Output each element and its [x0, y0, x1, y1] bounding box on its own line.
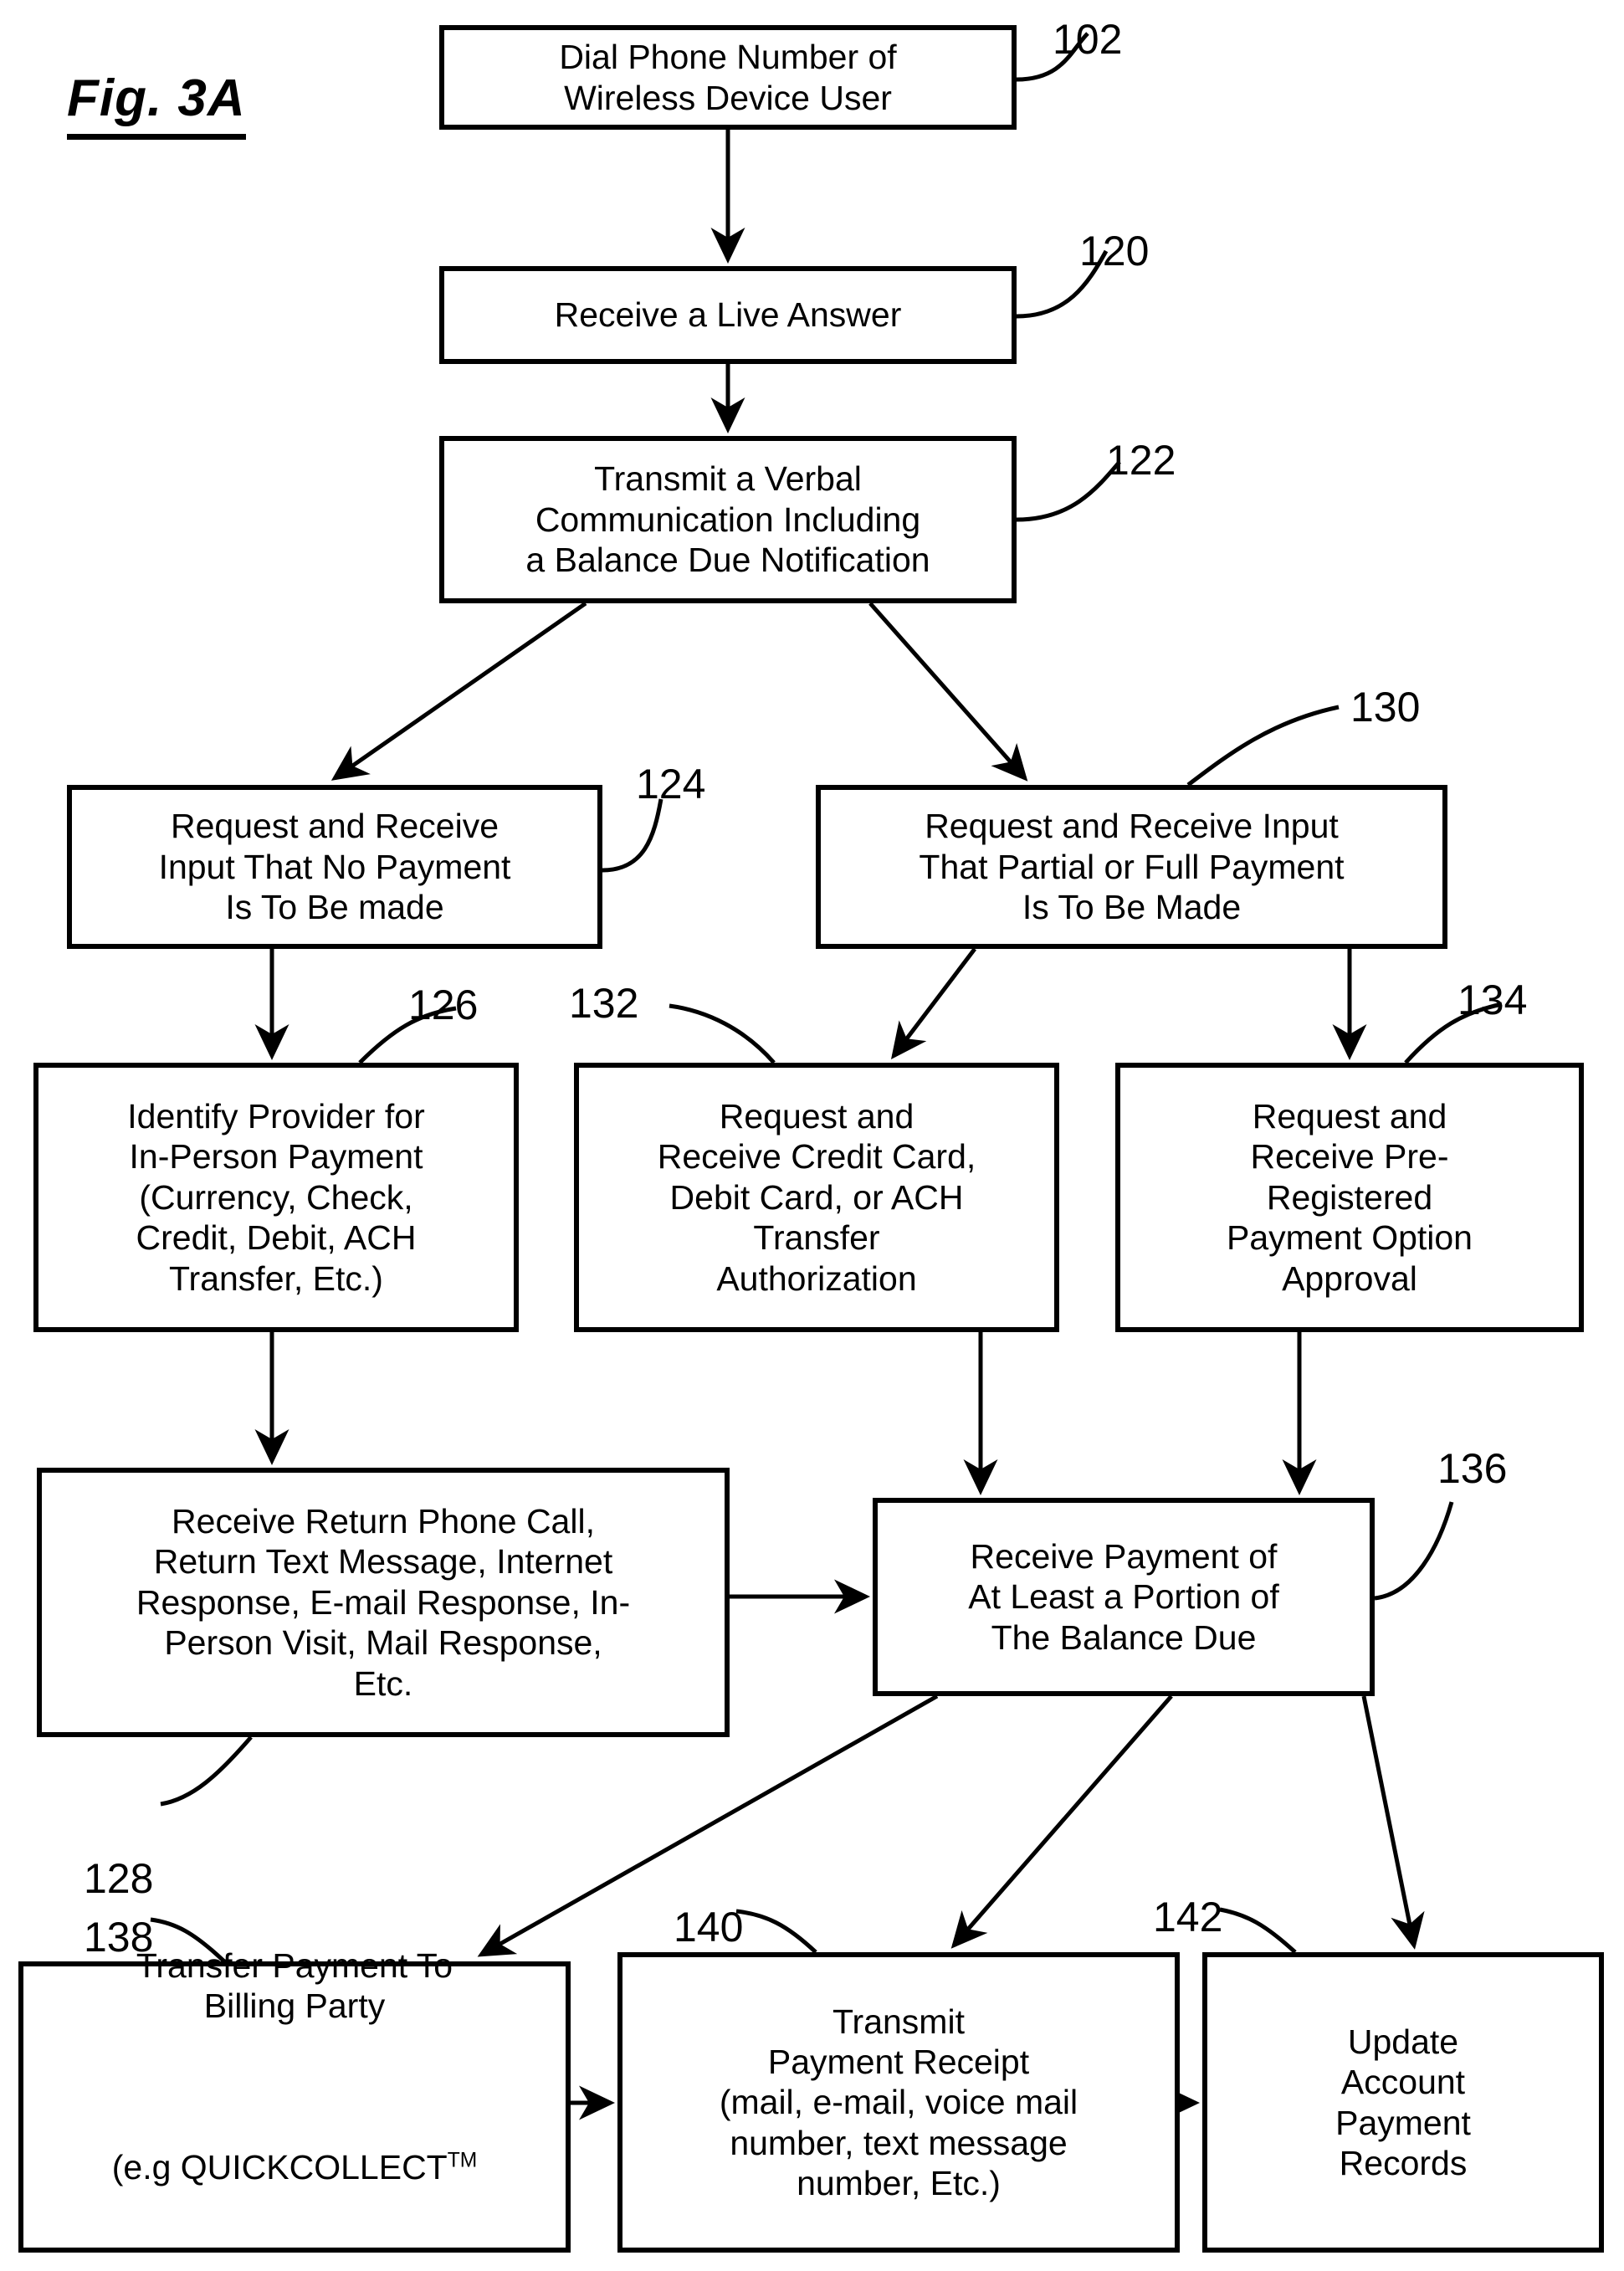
leader-124: [602, 798, 663, 873]
arrow-136-to-140: [950, 1694, 1173, 1949]
arrow-130-to-132: [890, 947, 976, 1059]
node-dial-phone-number[interactable]: Dial Phone Number of Wireless Device Use…: [439, 25, 1017, 130]
node-label: Dial Phone Number of Wireless Device Use…: [559, 38, 897, 117]
leader-122: [1016, 460, 1121, 522]
node-label-line1: Transfer Payment To Billing Party: [136, 1945, 453, 2025]
ref-number-124: 124: [636, 761, 706, 807]
node-label: Transfer Payment To Billing Party (e.g Q…: [104, 1901, 486, 2271]
ref-number-134: 134: [1458, 977, 1528, 1023]
ref-number-122: 122: [1106, 437, 1176, 484]
node-transmit-payment-receipt[interactable]: Transmit Payment Receipt (mail, e-mail, …: [617, 1952, 1180, 2253]
arrow-122-to-124: [330, 601, 587, 781]
node-label: Request and Receive Input That Partial o…: [919, 807, 1345, 927]
node-label: Receive Payment of At Least a Portion of…: [968, 1536, 1279, 1657]
leader-136: [1374, 1501, 1454, 1601]
ref-number-132: 132: [569, 980, 639, 1027]
leader-128: [160, 1735, 253, 1807]
node-label: Request and Receive Pre- Registered Paym…: [1227, 1097, 1473, 1298]
ref-number-136: 136: [1437, 1445, 1508, 1492]
node-label: Receive Return Phone Call, Return Text M…: [136, 1502, 631, 1703]
figure-label: Fig. 3A: [67, 71, 246, 141]
ref-number-120: 120: [1079, 228, 1150, 274]
ref-number-130: 130: [1350, 684, 1421, 731]
node-request-partial-full-payment-input[interactable]: Request and Receive Input That Partial o…: [816, 785, 1447, 949]
node-label: Update Account Payment Records: [1335, 2022, 1471, 2182]
ref-number-128: 128: [84, 1855, 154, 1902]
node-label-line2: (e.g QUICKCOLLECTTM: [111, 2148, 478, 2187]
arrow-122-to-130: [868, 602, 1028, 782]
ref-number-138: 138: [84, 1914, 154, 1961]
patent-figure-3a: Fig. 3A Dial Phone Number of Wireless De…: [0, 0, 1624, 2271]
leader-140: [735, 1909, 817, 1954]
node-identify-in-person-payment-provider[interactable]: Identify Provider for In-Person Payment …: [33, 1063, 519, 1332]
node-label: Request and Receive Input That No Paymen…: [158, 807, 511, 927]
arrow-136-to-142: [1361, 1695, 1425, 1950]
node-label: Request and Receive Credit Card, Debit C…: [657, 1097, 976, 1298]
ref-number-102: 102: [1053, 16, 1123, 63]
ref-number-140: 140: [674, 1904, 744, 1951]
ref-number-142: 142: [1153, 1894, 1223, 1940]
node-transfer-payment-to-billing-party[interactable]: Transfer Payment To Billing Party (e.g Q…: [18, 1946, 571, 2271]
node-receive-payment-of-balance[interactable]: Receive Payment of At Least a Portion of…: [873, 1498, 1375, 1696]
node-request-preregistered-payment-approval[interactable]: Request and Receive Pre- Registered Paym…: [1115, 1063, 1584, 1332]
node-transmit-verbal-communication[interactable]: Transmit a Verbal Communication Includin…: [439, 436, 1017, 603]
leader-142: [1219, 1907, 1297, 1954]
node-label: Receive a Live Answer: [554, 295, 902, 335]
trademark-mark: TM: [447, 2149, 478, 2172]
ref-number-126: 126: [408, 982, 479, 1028]
node-update-account-payment-records[interactable]: Update Account Payment Records: [1202, 1952, 1604, 2253]
node-request-card-ach-authorization[interactable]: Request and Receive Credit Card, Debit C…: [574, 1063, 1059, 1332]
node-label: Transmit a Verbal Communication Includin…: [525, 459, 930, 580]
node-request-no-payment-input[interactable]: Request and Receive Input That No Paymen…: [67, 785, 602, 949]
node-label: Transmit Payment Receipt (mail, e-mail, …: [719, 2002, 1078, 2203]
node-label: Identify Provider for In-Person Payment …: [127, 1097, 425, 1298]
node-receive-live-answer[interactable]: Receive a Live Answer: [439, 266, 1017, 364]
leader-130: [1186, 705, 1340, 787]
node-receive-return-response[interactable]: Receive Return Phone Call, Return Text M…: [37, 1468, 730, 1737]
leader-132: [669, 1003, 776, 1064]
